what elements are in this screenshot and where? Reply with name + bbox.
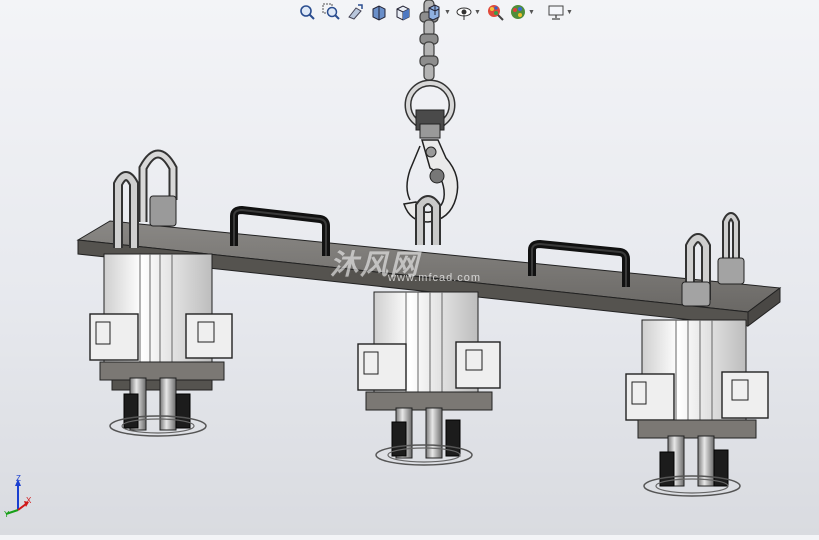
reference-triad: Z X Y: [4, 474, 40, 520]
graphics-viewport[interactable]: 沐风网 www.mfcad.com: [0, 0, 819, 535]
section-view-icon: [372, 5, 386, 21]
display-style-button[interactable]: ▼: [424, 1, 452, 23]
edit-appearance-button[interactable]: [484, 1, 506, 23]
apply-scene-icon: [511, 5, 526, 19]
swivel-ring: [404, 79, 456, 139]
zoom-to-area-button[interactable]: [320, 1, 342, 23]
view-orientation-icon: [396, 5, 410, 21]
axis-triad-icon: [5, 479, 29, 515]
chevron-down-icon: ▼: [474, 8, 481, 16]
x-axis-label: X: [26, 496, 32, 505]
watermark-url: www.mfcad.com: [388, 272, 482, 284]
zoom-to-fit-icon: [300, 5, 315, 20]
edit-appearance-icon: [488, 5, 504, 21]
previous-view-button[interactable]: [344, 1, 366, 23]
hide-show-items-button[interactable]: ▼: [454, 1, 482, 23]
z-axis-label: Z: [16, 474, 21, 483]
chevron-down-icon: ▼: [444, 8, 451, 16]
apply-scene-button[interactable]: ▼: [508, 1, 536, 23]
display-style-icon: [428, 4, 440, 21]
chevron-down-icon: ▼: [528, 8, 535, 16]
zoom-to-fit-button[interactable]: [296, 1, 318, 23]
section-view-button[interactable]: [368, 1, 390, 23]
chevron-down-icon: ▼: [566, 8, 573, 16]
previous-view-icon: [348, 4, 363, 20]
hide-show-items-icon: [456, 7, 472, 20]
view-settings-icon: [548, 5, 564, 20]
y-axis-label: Y: [4, 510, 10, 519]
heads-up-view-toolbar: ▼ ▼ ▼ ▼: [296, 0, 626, 24]
magnet-unit-right: [625, 319, 769, 497]
magnet-unit-center: [357, 291, 501, 466]
zoom-to-area-icon: [322, 3, 340, 20]
magnet-unit-left: [89, 253, 233, 437]
view-orientation-button[interactable]: [392, 1, 414, 23]
lifting-hook: [403, 139, 459, 223]
view-settings-button[interactable]: ▼: [546, 1, 574, 23]
